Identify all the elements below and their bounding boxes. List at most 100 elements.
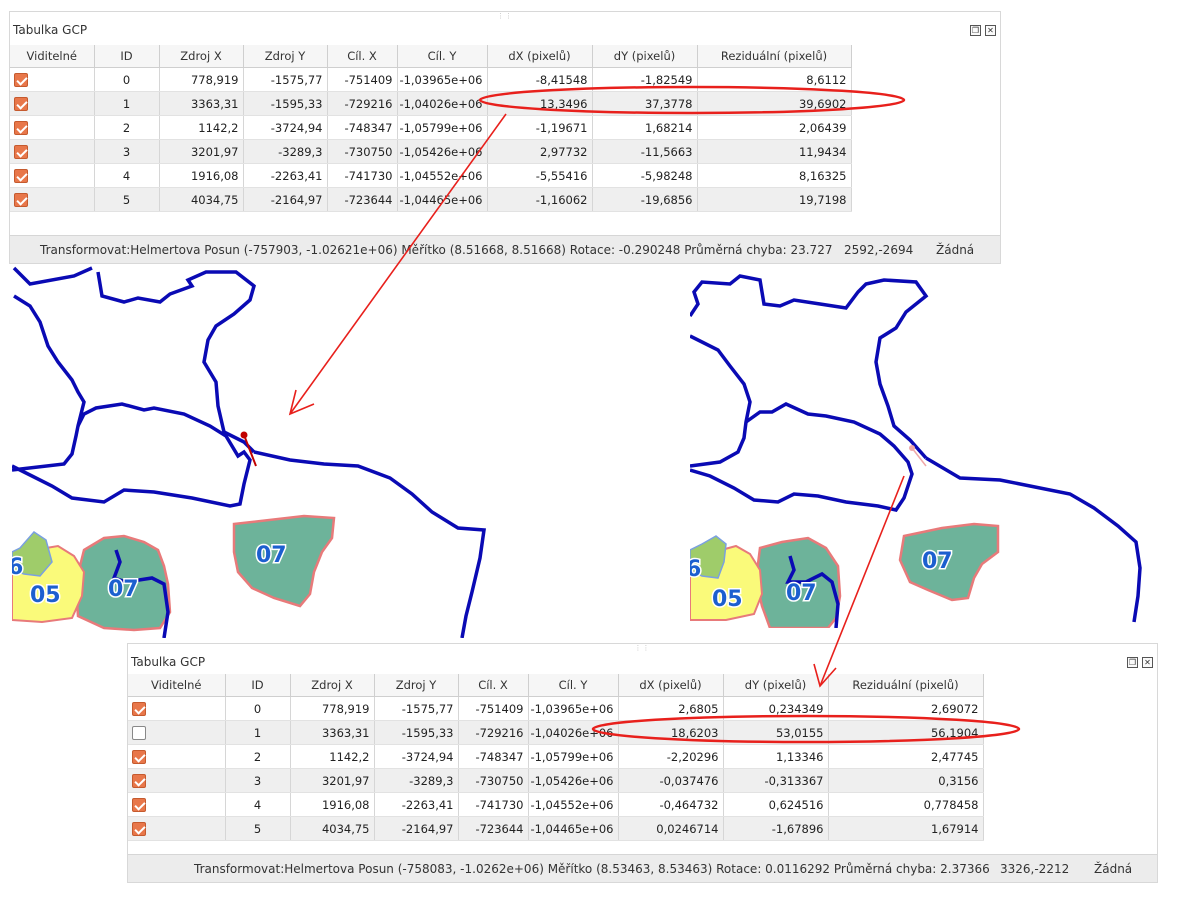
dst-y-cell[interactable]: -1,04026e+06 [528, 720, 619, 745]
dst-x-cell[interactable]: -729216 [327, 91, 398, 116]
dst-x-cell[interactable]: -729216 [458, 720, 529, 745]
src-x-cell[interactable]: 4034,75 [290, 816, 375, 841]
dst-y-cell[interactable]: -1,05426e+06 [397, 139, 488, 164]
map-canvas-right[interactable]: 07 05 07 6 [690, 266, 1170, 628]
dst-y-cell[interactable]: -1,04465e+06 [528, 816, 619, 841]
column-header-dy[interactable]: dY (pixelů) [723, 674, 829, 697]
src-x-cell[interactable]: 3201,97 [159, 139, 244, 164]
visible-checkbox[interactable] [14, 192, 28, 207]
src-y-cell[interactable]: -2164,97 [243, 187, 328, 212]
column-header-visible[interactable]: Viditelné [10, 45, 95, 68]
visible-cell[interactable] [128, 816, 226, 841]
dst-x-cell[interactable]: -723644 [458, 816, 529, 841]
dst-x-cell[interactable]: -741730 [458, 792, 529, 817]
visible-checkbox[interactable] [132, 773, 146, 788]
visible-cell[interactable] [128, 696, 226, 721]
crs-indicator[interactable]: Žádná [1094, 862, 1132, 876]
visible-cell[interactable] [10, 187, 95, 212]
table-row[interactable]: 0 778,919 -1575,77 -751409 -1,03965e+06 … [10, 67, 852, 92]
dst-x-cell[interactable]: -723644 [327, 187, 398, 212]
table-row[interactable]: 5 4034,75 -2164,97 -723644 -1,04465e+06 … [128, 816, 984, 841]
src-x-cell[interactable]: 3363,31 [290, 720, 375, 745]
visible-cell[interactable] [128, 744, 226, 769]
gcp-point-icon[interactable] [240, 431, 248, 439]
panel-drag-handle[interactable]: ⋮⋮ [128, 644, 1157, 652]
column-header-residual[interactable]: Reziduální (pixelů) [697, 45, 852, 68]
src-x-cell[interactable]: 1142,2 [290, 744, 375, 769]
column-header-dst-y[interactable]: Cíl. Y [528, 674, 619, 697]
table-row[interactable]: 2 1142,2 -3724,94 -748347 -1,05799e+06 -… [10, 115, 852, 140]
column-header-src-x[interactable]: Zdroj X [159, 45, 244, 68]
dst-x-cell[interactable]: -730750 [458, 768, 529, 793]
src-y-cell[interactable]: -1595,33 [243, 91, 328, 116]
float-panel-icon[interactable]: ❐ [970, 24, 981, 36]
visible-checkbox[interactable] [14, 168, 28, 183]
panel-drag-handle[interactable]: ⋮⋮ [10, 12, 1000, 20]
visible-checkbox[interactable] [14, 96, 28, 111]
column-header-src-y[interactable]: Zdroj Y [243, 45, 328, 68]
src-x-cell[interactable]: 1916,08 [159, 163, 244, 188]
src-y-cell[interactable]: -2263,41 [243, 163, 328, 188]
column-header-id[interactable]: ID [225, 674, 291, 697]
src-x-cell[interactable]: 1142,2 [159, 115, 244, 140]
visible-checkbox[interactable] [132, 821, 146, 836]
column-header-dst-y[interactable]: Cíl. Y [397, 45, 488, 68]
dst-y-cell[interactable]: -1,03965e+06 [397, 67, 488, 92]
dst-x-cell[interactable]: -751409 [458, 696, 529, 721]
dst-y-cell[interactable]: -1,04552e+06 [528, 792, 619, 817]
dst-y-cell[interactable]: -1,05799e+06 [397, 115, 488, 140]
visible-checkbox[interactable] [14, 120, 28, 135]
column-header-residual[interactable]: Reziduální (pixelů) [828, 674, 984, 697]
crs-indicator[interactable]: Žádná [936, 243, 974, 257]
src-y-cell[interactable]: -3724,94 [243, 115, 328, 140]
dst-x-cell[interactable]: -730750 [327, 139, 398, 164]
dst-y-cell[interactable]: -1,05799e+06 [528, 744, 619, 769]
table-row[interactable]: 2 1142,2 -3724,94 -748347 -1,05799e+06 -… [128, 744, 984, 769]
table-row[interactable]: 1 3363,31 -1595,33 -729216 -1,04026e+06 … [128, 720, 984, 745]
column-header-src-x[interactable]: Zdroj X [290, 674, 375, 697]
dst-y-cell[interactable]: -1,04465e+06 [397, 187, 488, 212]
visible-checkbox[interactable] [132, 725, 146, 740]
column-header-dy[interactable]: dY (pixelů) [592, 45, 698, 68]
src-y-cell[interactable]: -1595,33 [374, 720, 459, 745]
dst-x-cell[interactable]: -741730 [327, 163, 398, 188]
visible-cell[interactable] [10, 115, 95, 140]
column-header-id[interactable]: ID [94, 45, 160, 68]
column-header-dx[interactable]: dX (pixelů) [618, 674, 724, 697]
visible-checkbox[interactable] [132, 797, 146, 812]
dst-x-cell[interactable]: -748347 [327, 115, 398, 140]
column-header-dst-x[interactable]: Cíl. X [327, 45, 398, 68]
src-x-cell[interactable]: 778,919 [290, 696, 375, 721]
map-canvas-left[interactable]: 07 05 07 6 [12, 266, 492, 638]
visible-cell[interactable] [128, 792, 226, 817]
float-panel-icon[interactable]: ❐ [1127, 656, 1138, 668]
dst-y-cell[interactable]: -1,03965e+06 [528, 696, 619, 721]
visible-checkbox[interactable] [14, 72, 28, 87]
column-header-dst-x[interactable]: Cíl. X [458, 674, 529, 697]
column-header-dx[interactable]: dX (pixelů) [487, 45, 593, 68]
src-y-cell[interactable]: -2164,97 [374, 816, 459, 841]
src-y-cell[interactable]: -2263,41 [374, 792, 459, 817]
dst-y-cell[interactable]: -1,05426e+06 [528, 768, 619, 793]
src-y-cell[interactable]: -3724,94 [374, 744, 459, 769]
table-row[interactable]: 4 1916,08 -2263,41 -741730 -1,04552e+06 … [10, 163, 852, 188]
column-header-visible[interactable]: Viditelné [128, 674, 226, 697]
visible-cell[interactable] [10, 139, 95, 164]
close-icon[interactable]: ✕ [1142, 656, 1153, 668]
visible-cell[interactable] [128, 768, 226, 793]
dst-y-cell[interactable]: -1,04026e+06 [397, 91, 488, 116]
visible-cell[interactable] [10, 91, 95, 116]
src-x-cell[interactable]: 3201,97 [290, 768, 375, 793]
src-y-cell[interactable]: -3289,3 [374, 768, 459, 793]
table-row[interactable]: 4 1916,08 -2263,41 -741730 -1,04552e+06 … [128, 792, 984, 817]
table-row[interactable]: 5 4034,75 -2164,97 -723644 -1,04465e+06 … [10, 187, 852, 212]
visible-cell[interactable] [10, 67, 95, 92]
visible-cell[interactable] [128, 720, 226, 745]
visible-checkbox[interactable] [132, 749, 146, 764]
gcp-point-icon[interactable] [909, 445, 915, 451]
column-header-src-y[interactable]: Zdroj Y [374, 674, 459, 697]
src-x-cell[interactable]: 778,919 [159, 67, 244, 92]
table-row[interactable]: 0 778,919 -1575,77 -751409 -1,03965e+06 … [128, 696, 984, 721]
dst-x-cell[interactable]: -748347 [458, 744, 529, 769]
src-y-cell[interactable]: -1575,77 [243, 67, 328, 92]
